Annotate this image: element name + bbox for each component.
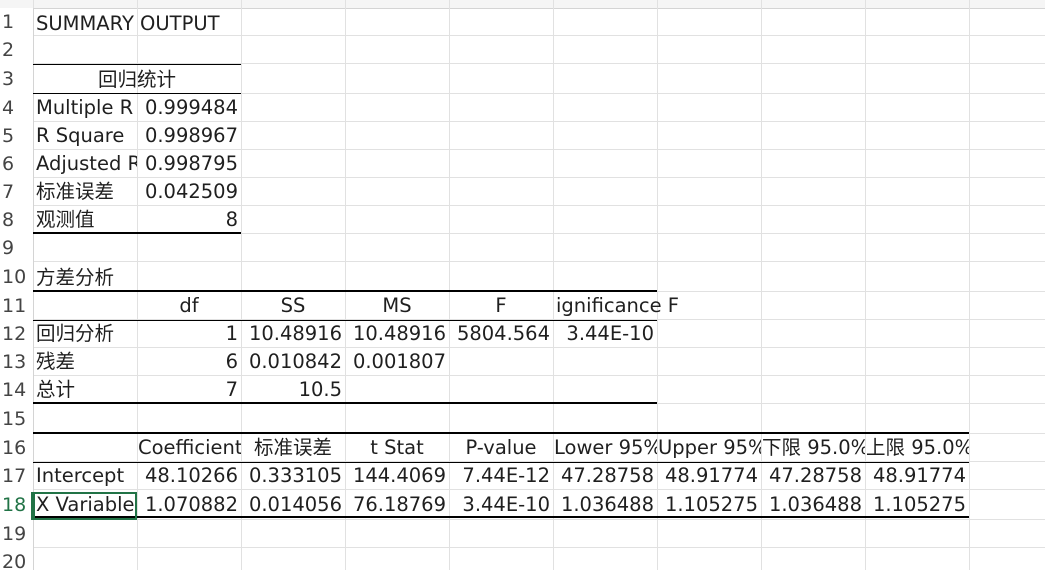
- column-header-strip[interactable]: [0, 0, 1045, 9]
- anova-row-label[interactable]: 残差: [33, 348, 137, 376]
- reg-stat-value[interactable]: 0.042509: [137, 178, 241, 206]
- coef-value[interactable]: 0.333105: [241, 462, 345, 490]
- row-number[interactable]: 15: [0, 404, 30, 434]
- row-number[interactable]: 16: [0, 434, 30, 462]
- row-number[interactable]: 6: [0, 150, 30, 178]
- row-number[interactable]: 13: [0, 348, 30, 376]
- anova-value[interactable]: 10.5: [241, 376, 345, 404]
- coef-value[interactable]: 47.28758: [553, 462, 657, 490]
- row-number[interactable]: 18: [0, 490, 30, 520]
- anova-row-label[interactable]: 回归分析: [33, 320, 137, 348]
- reg-stat-label[interactable]: 观测值: [33, 206, 137, 234]
- reg-stat-value[interactable]: 0.998967: [137, 122, 241, 150]
- reg-stat-label[interactable]: Adjusted R: [33, 150, 137, 178]
- coef-value[interactable]: 144.4069: [345, 462, 449, 490]
- grid-hline: [33, 261, 1045, 262]
- anova-value[interactable]: 0.010842: [241, 348, 345, 376]
- anova-header[interactable]: ignificance F: [553, 292, 679, 320]
- reg-stat-label[interactable]: Multiple R: [33, 94, 137, 122]
- spreadsheet-grid[interactable]: 1 2 3 4 5 6 7 8 9 10 11 12 13 14 15 16 17 18 19 20 SUMMARY …: [0, 0, 1045, 570]
- anova-title[interactable]: 方差分析: [33, 264, 233, 292]
- coef-header[interactable]: Lower 95%: [553, 434, 657, 462]
- anova-top-border: [33, 290, 657, 292]
- coef-header[interactable]: 标准误差: [241, 434, 345, 462]
- coef-header[interactable]: 下限 95.0%: [761, 434, 865, 462]
- row-number[interactable]: 19: [0, 520, 30, 548]
- anova-header[interactable]: SS: [241, 292, 345, 320]
- anova-bottom-border: [33, 402, 657, 404]
- coef-header[interactable]: Coefficients: [137, 434, 241, 462]
- reg-stat-label[interactable]: R Square: [33, 122, 137, 150]
- row-number[interactable]: 20: [0, 548, 30, 570]
- anova-value[interactable]: 1: [137, 320, 241, 348]
- grid-vline: [969, 0, 970, 570]
- coef-header[interactable]: Upper 95%: [657, 434, 761, 462]
- row-number[interactable]: 9: [0, 234, 30, 262]
- anova-value[interactable]: 10.48916: [241, 320, 345, 348]
- coef-header-border: [33, 462, 969, 463]
- reg-header-border: [33, 93, 241, 94]
- anova-row-label[interactable]: 总计: [33, 376, 137, 404]
- anova-header[interactable]: df: [137, 292, 241, 320]
- anova-value[interactable]: 7: [137, 376, 241, 404]
- reg-stat-value[interactable]: 0.999484: [137, 94, 241, 122]
- reg-stat-value[interactable]: 0.998795: [137, 150, 241, 178]
- coef-bottom-border: [33, 516, 969, 518]
- row-number[interactable]: 7: [0, 178, 30, 206]
- row-number[interactable]: 4: [0, 94, 30, 122]
- row-number[interactable]: 11: [0, 292, 30, 320]
- anova-value[interactable]: 5804.564: [449, 320, 553, 348]
- coef-value[interactable]: 48.10266: [137, 462, 241, 490]
- coef-top-border: [33, 432, 969, 434]
- summary-title[interactable]: SUMMARY OUTPUT: [33, 10, 333, 38]
- reg-stat-value[interactable]: 8: [137, 206, 241, 234]
- anova-header[interactable]: MS: [345, 292, 449, 320]
- coef-header[interactable]: t Stat: [345, 434, 449, 462]
- coef-value[interactable]: 47.28758: [761, 462, 865, 490]
- coef-value[interactable]: 7.44E-12: [449, 462, 553, 490]
- row-number[interactable]: 17: [0, 462, 30, 490]
- row-number[interactable]: 2: [0, 36, 30, 64]
- row-number[interactable]: 3: [0, 64, 30, 94]
- coef-header[interactable]: 上限 95.0%: [865, 434, 969, 462]
- anova-header[interactable]: F: [449, 292, 553, 320]
- anova-value[interactable]: 3.44E-10: [553, 320, 657, 348]
- row-number[interactable]: 5: [0, 122, 30, 150]
- row-number[interactable]: 12: [0, 320, 30, 348]
- row-number[interactable]: 1: [0, 8, 30, 36]
- row-number[interactable]: 8: [0, 206, 30, 234]
- reg-bottom-border: [33, 232, 241, 234]
- coef-row-label[interactable]: Intercept: [33, 462, 137, 490]
- anova-header-border: [33, 320, 657, 321]
- anova-value[interactable]: 0.001807: [345, 348, 449, 376]
- reg-top-border: [33, 64, 241, 65]
- coef-header[interactable]: P-value: [449, 434, 553, 462]
- anova-value[interactable]: 10.48916: [345, 320, 449, 348]
- grid-hline: [33, 547, 1045, 548]
- reg-stat-label[interactable]: 标准误差: [33, 178, 137, 206]
- coef-value[interactable]: 48.91774: [657, 462, 761, 490]
- regression-stats-header[interactable]: 回归统计: [33, 66, 241, 94]
- row-number[interactable]: 14: [0, 376, 30, 404]
- anova-value[interactable]: 6: [137, 348, 241, 376]
- row-number[interactable]: 10: [0, 262, 30, 292]
- coef-value[interactable]: 48.91774: [865, 462, 969, 490]
